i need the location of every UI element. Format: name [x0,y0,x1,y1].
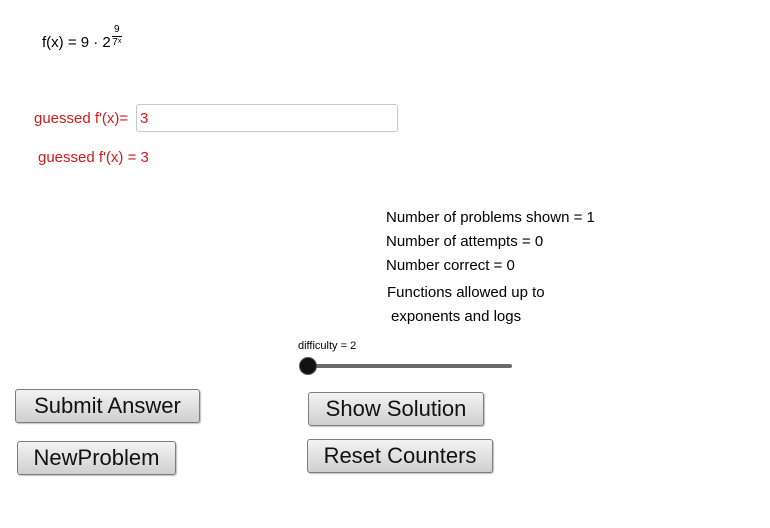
guess-label: guessed f'(x)= [34,110,129,127]
difficulty-slider-thumb[interactable] [300,358,316,374]
exponent-denominator: 7x [112,36,122,48]
function-exponent: 9 7x [111,23,122,48]
functions-allowed-line1: Functions allowed up to [387,284,545,301]
guess-input[interactable] [136,104,398,132]
guess-echo: guessed f'(x) = 3 [38,149,149,166]
attempts-count: Number of attempts = 0 [386,233,544,250]
show-solution-button[interactable]: Show Solution [308,392,484,426]
new-problem-button[interactable]: NewProblem [17,441,176,475]
exponent-denominator-power: x [117,37,122,45]
problems-shown-count: Number of problems shown = 1 [386,209,595,226]
function-lhs: f(x) = 9 · 2 [42,34,111,51]
difficulty-label: difficulty = 2 [298,340,357,352]
exponent-denominator-base: 7 [112,36,118,48]
functions-allowed-line2: exponents and logs [391,308,522,325]
correct-count: Number correct = 0 [386,257,515,274]
function-display: f(x) = 9 · 2 9 7x [42,24,122,56]
exponent-numerator: 9 [114,23,120,35]
submit-answer-button[interactable]: Submit Answer [15,389,200,423]
reset-counters-button[interactable]: Reset Counters [307,439,493,473]
difficulty-slider-track[interactable] [306,364,512,368]
